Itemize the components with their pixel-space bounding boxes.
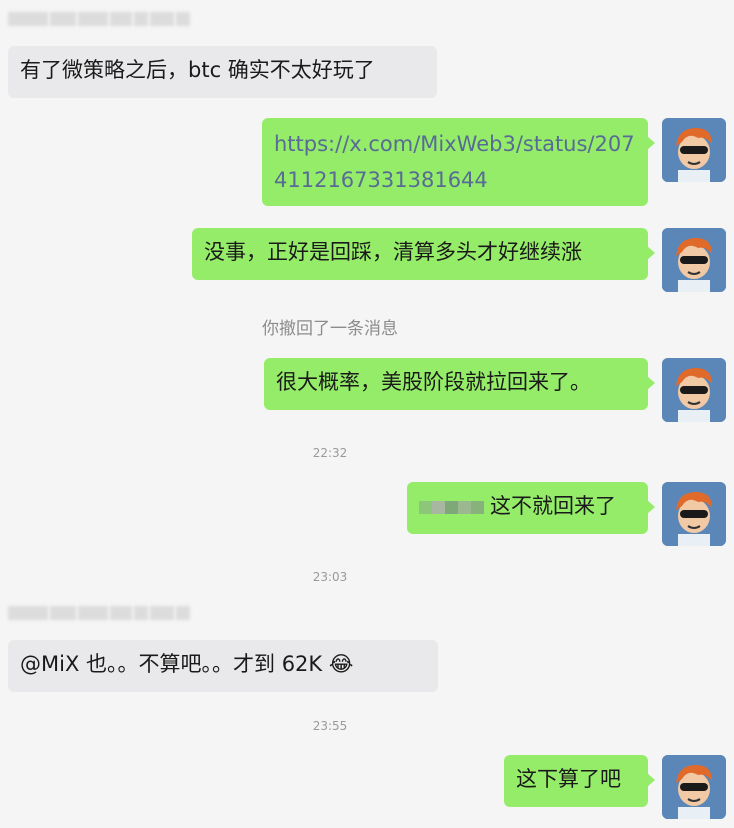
message-bubble-received[interactable]: 有了微策略之后，btc 确实不太好玩了	[8, 46, 437, 98]
recall-notice: 你撤回了一条消息	[262, 319, 398, 339]
timestamp: 23:03	[312, 570, 348, 584]
user-avatar-icon[interactable]	[662, 358, 726, 422]
sender-name-blurred	[8, 606, 190, 620]
message-bubble-sent[interactable]: https://x.com/MixWeb3/status/20741121673…	[262, 118, 655, 206]
user-avatar-icon[interactable]	[662, 118, 726, 182]
message-text: 没事，正好是回踩，清算多头才好继续涨	[204, 240, 582, 264]
message-bubble-sent[interactable]: 这不就回来了	[407, 482, 655, 534]
message-text: 有了微策略之后，btc 确实不太好玩了	[20, 58, 375, 82]
message-text: 这不就回来了	[490, 494, 616, 518]
user-avatar-icon[interactable]	[662, 482, 726, 546]
timestamp: 22:32	[312, 446, 348, 460]
user-avatar-icon[interactable]	[662, 755, 726, 819]
user-avatar-icon[interactable]	[662, 228, 726, 292]
mention-pixelated	[419, 500, 484, 514]
message-text: @MiX 也。。不算吧。。才到 62K 😂	[20, 652, 354, 676]
message-text: 这下算了吧	[516, 767, 621, 791]
message-bubble-sent[interactable]: 没事，正好是回踩，清算多头才好继续涨	[192, 228, 655, 280]
message-bubble-sent[interactable]: 很大概率，美股阶段就拉回来了。	[264, 358, 655, 410]
sender-name-blurred	[8, 12, 190, 26]
message-link[interactable]: https://x.com/MixWeb3/status/20741121673…	[274, 132, 635, 192]
message-bubble-sent[interactable]: 这下算了吧	[504, 755, 655, 807]
message-bubble-received[interactable]: @MiX 也。。不算吧。。才到 62K 😂	[8, 640, 438, 692]
message-text: 很大概率，美股阶段就拉回来了。	[276, 370, 591, 394]
timestamp: 23:55	[312, 719, 348, 733]
